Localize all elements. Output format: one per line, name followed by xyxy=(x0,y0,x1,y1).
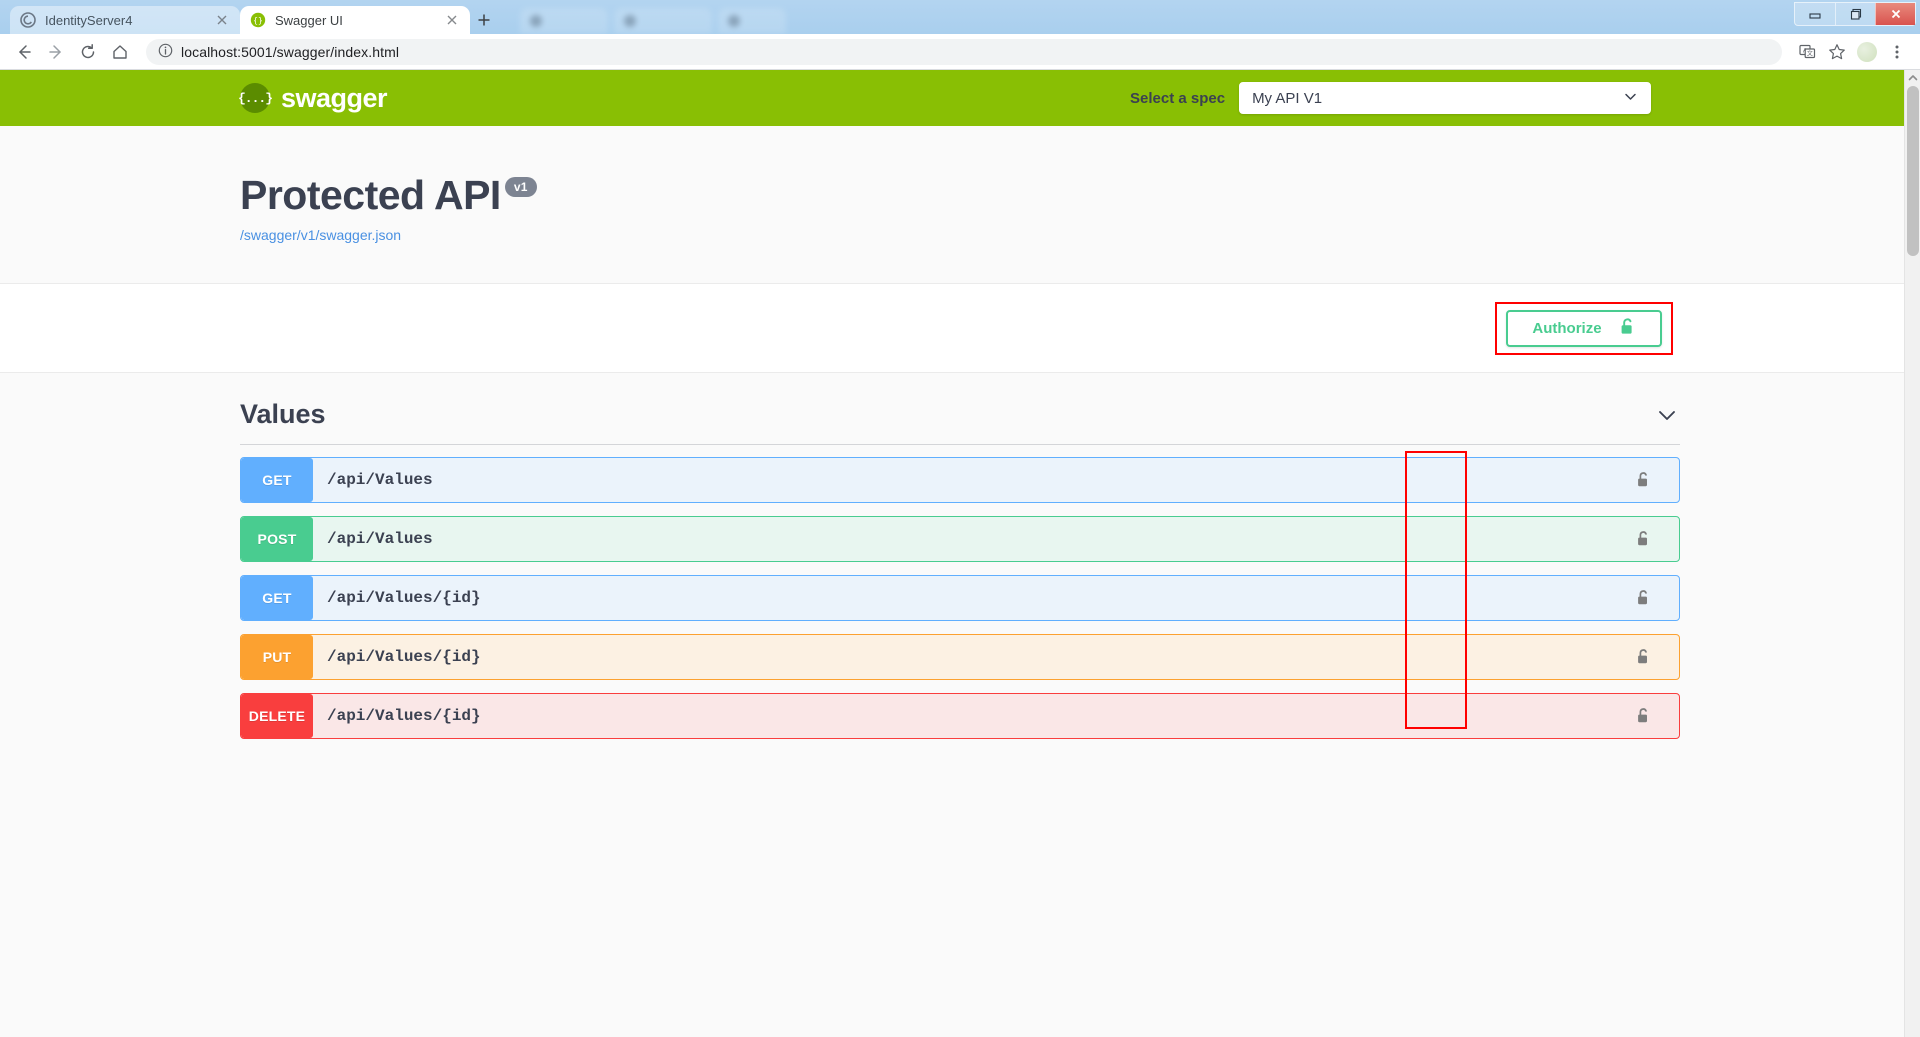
background-tab xyxy=(614,8,713,34)
authorize-bar: Authorize xyxy=(0,283,1920,373)
profile-avatar[interactable] xyxy=(1854,39,1880,65)
background-tab xyxy=(718,8,787,34)
bookmark-star-icon[interactable] xyxy=(1824,39,1850,65)
version-badge: v1 xyxy=(504,176,537,197)
identityserver-icon xyxy=(20,12,36,28)
scroll-up-arrow-icon[interactable] xyxy=(1905,70,1920,86)
operation-row[interactable]: POST/api/Values xyxy=(240,516,1680,562)
swagger-topbar: {...} swagger Select a spec My API V1 xyxy=(0,70,1920,126)
spec-select-value: My API V1 xyxy=(1252,89,1323,107)
spec-selector-label: Select a spec xyxy=(1130,89,1226,107)
operation-path: /api/Values/{id} xyxy=(327,707,481,725)
swagger-logo-text: swagger xyxy=(281,82,388,113)
spec-select[interactable]: My API V1 xyxy=(1239,82,1652,114)
background-tab xyxy=(520,8,609,34)
operation-method-badge: DELETE xyxy=(241,694,313,738)
api-info: Protected API v1 /swagger/v1/swagger.jso… xyxy=(0,126,1920,283)
browser-toolbar: localhost:5001/swagger/index.html A 文 xyxy=(0,34,1920,70)
svg-text:{}: {} xyxy=(253,16,263,25)
swagger-logo-icon: {...} xyxy=(238,83,273,113)
svg-text:文: 文 xyxy=(1806,50,1812,58)
api-definition-url: /swagger/v1/swagger.json xyxy=(240,227,1920,243)
unlocked-padlock-icon[interactable] xyxy=(1636,530,1651,548)
maximize-button[interactable] xyxy=(1835,3,1875,25)
unlocked-padlock-icon xyxy=(1619,317,1636,340)
chevron-down-icon xyxy=(1623,89,1638,108)
operation-method-badge: GET xyxy=(241,458,313,502)
forward-button[interactable] xyxy=(42,38,70,66)
browser-titlebar: IdentityServer4 {} Swagger UI xyxy=(0,0,1920,34)
page-viewport: {...} swagger Select a spec My API V1 Pr… xyxy=(0,70,1920,1037)
operations-section: Values GET/api/Values POST/api/Values GET /… xyxy=(0,373,1920,739)
three-dot-menu-icon[interactable] xyxy=(1884,39,1910,65)
operation-row[interactable]: DELETE/api/Values/{id} xyxy=(240,693,1680,739)
translate-icon[interactable]: A 文 xyxy=(1794,39,1820,65)
operation-row[interactable]: GET/api/Values/{id} xyxy=(240,575,1680,621)
vertical-scrollbar[interactable] xyxy=(1904,70,1920,1037)
address-bar[interactable]: localhost:5001/swagger/index.html xyxy=(146,38,1782,65)
authorize-button[interactable]: Authorize xyxy=(1506,309,1662,347)
close-button[interactable] xyxy=(1875,3,1915,25)
close-icon[interactable] xyxy=(444,12,460,28)
scrollbar-thumb[interactable] xyxy=(1907,86,1919,256)
browser-tab-title: IdentityServer4 xyxy=(45,12,133,28)
swagger-icon: {} xyxy=(250,12,266,28)
operation-method-badge: POST xyxy=(241,517,313,561)
operation-path: /api/Values xyxy=(327,530,433,548)
new-tab-button[interactable] xyxy=(470,6,498,34)
operation-path: /api/Values/{id} xyxy=(327,648,481,666)
home-button[interactable] xyxy=(106,38,134,66)
operation-row[interactable]: PUT/api/Values/{id} xyxy=(240,634,1680,680)
browser-tab-identityserver4[interactable]: IdentityServer4 xyxy=(10,6,240,34)
authorize-label: Authorize xyxy=(1532,319,1602,337)
address-bar-url: localhost:5001/swagger/index.html xyxy=(181,43,400,60)
operation-method-badge: PUT xyxy=(241,635,313,679)
back-button[interactable] xyxy=(10,38,38,66)
browser-window: IdentityServer4 {} Swagger UI localhost:… xyxy=(0,0,1920,1037)
spec-selector-group: Select a spec My API V1 xyxy=(1130,82,1652,114)
tag-header-values[interactable]: Values xyxy=(240,399,1680,445)
unlocked-padlock-icon[interactable] xyxy=(1636,648,1651,666)
browser-tab-swagger-ui[interactable]: {} Swagger UI xyxy=(240,6,470,34)
operations-list: GET/api/Values POST/api/Values GET/api/Val… xyxy=(240,445,1680,739)
operation-row[interactable]: GET/api/Values xyxy=(240,457,1680,503)
info-circle-icon[interactable] xyxy=(158,43,173,61)
browser-tab-title: Swagger UI xyxy=(275,12,343,28)
close-icon[interactable] xyxy=(214,12,230,28)
minimize-button[interactable] xyxy=(1795,3,1835,25)
swagger-json-link[interactable]: /swagger/v1/swagger.json xyxy=(240,227,401,243)
window-controls xyxy=(1794,2,1916,26)
chevron-down-icon[interactable] xyxy=(1654,402,1680,428)
operation-path: /api/Values/{id} xyxy=(327,589,481,607)
unlocked-padlock-icon[interactable] xyxy=(1636,707,1651,725)
operation-path: /api/Values xyxy=(327,471,433,489)
unlocked-padlock-icon[interactable] xyxy=(1636,471,1651,489)
operation-method-badge: GET xyxy=(241,576,313,620)
unlocked-padlock-icon[interactable] xyxy=(1636,589,1651,607)
background-window-tabs xyxy=(520,0,1760,34)
reload-button[interactable] xyxy=(74,38,102,66)
page-title: Protected API v1 xyxy=(240,172,1920,219)
api-title-text: Protected API xyxy=(240,172,501,218)
swagger-logo[interactable]: {...} swagger xyxy=(238,82,388,114)
section-title: Values xyxy=(240,399,326,429)
